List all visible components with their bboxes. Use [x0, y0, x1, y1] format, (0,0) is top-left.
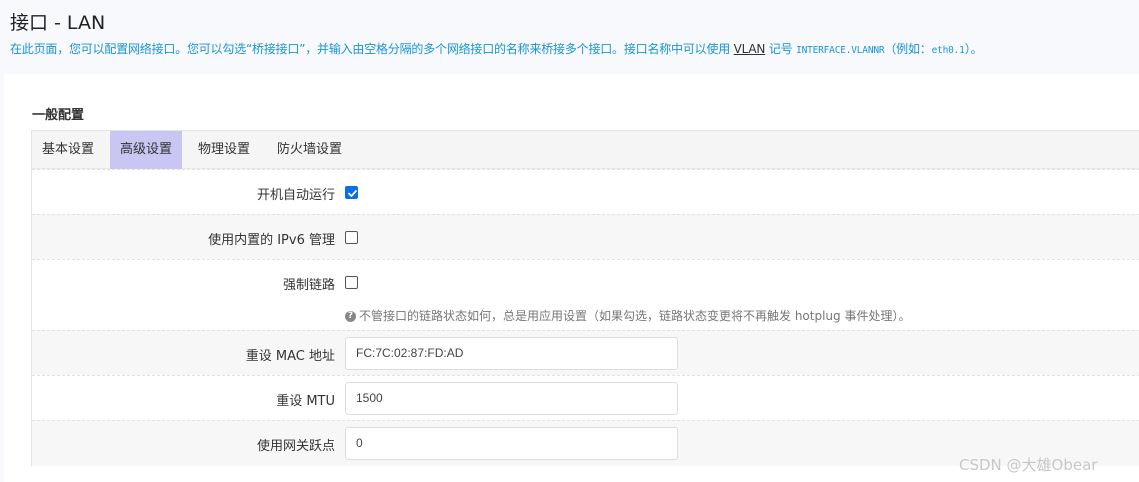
example-interface: eth0.1 — [931, 45, 965, 56]
force-link-checkbox[interactable] — [345, 276, 358, 289]
watermark: CSDN @大雄Obear — [959, 456, 1098, 474]
row-ipv6: 使用内置的 IPv6 管理 — [32, 214, 1139, 259]
page-header: 接口 - LAN 在此页面，您可以配置网络接口。您可以勾选“桥接接口”，并输入由… — [0, 0, 1139, 72]
row-force-link: 强制链路 ? 不管接口的链路状态如何，总是用应用设置（如果勾选，链路状态变更将不再… — [32, 259, 1139, 330]
mac-label: 重设 MAC 地址 — [245, 349, 335, 364]
mac-input[interactable]: FC:7C:02:87:FD:AD — [345, 337, 678, 370]
row-mtu: 重设 MTU 1500 — [32, 375, 1139, 420]
description-text-2: 记号 — [765, 42, 797, 56]
row-mac: 重设 MAC 地址 FC:7C:02:87:FD:AD — [32, 330, 1139, 375]
description-text-4: ）。 — [964, 42, 983, 56]
ipv6-label: 使用内置的 IPv6 管理 — [208, 233, 335, 248]
description-text: 在此页面，您可以配置网络接口。您可以勾选“桥接接口”，并输入由空格分隔的多个网络… — [10, 42, 734, 56]
metric-label: 使用网关跃点 — [256, 439, 335, 454]
force-link-label: 强制链路 — [282, 278, 335, 293]
checkmark-icon — [348, 190, 357, 197]
question-icon: ? — [345, 311, 356, 322]
tab-physical[interactable]: 物理设置 — [188, 131, 260, 169]
vlan-link[interactable]: VLAN — [734, 42, 766, 56]
description-text-3: （例如： — [884, 42, 932, 56]
ipv6-checkbox[interactable] — [345, 231, 358, 244]
force-link-hint-text: 不管接口的链路状态如何，总是用应用设置（如果勾选，链路状态变更将不再触发 hot… — [359, 309, 911, 323]
tab-basic[interactable]: 基本设置 — [32, 131, 104, 169]
interface-notation: INTERFACE.VLANNR — [796, 45, 885, 56]
mtu-label: 重设 MTU — [276, 394, 335, 409]
metric-input[interactable]: 0 — [345, 427, 678, 460]
page-description: 在此页面，您可以配置网络接口。您可以勾选“桥接接口”，并输入由空格分隔的多个网络… — [10, 40, 983, 57]
mtu-input[interactable]: 1500 — [345, 382, 678, 415]
tab-advanced[interactable]: 高级设置 — [110, 131, 183, 169]
autostart-label: 开机自动运行 — [256, 188, 335, 203]
page-title: 接口 - LAN — [10, 12, 106, 34]
tab-firewall[interactable]: 防火墙设置 — [267, 131, 352, 169]
row-autostart: 开机自动运行 — [32, 169, 1139, 214]
advanced-settings-form: 开机自动运行 使用内置的 IPv6 管理 强制链路 ? 不管接口的链路状态如何，总… — [31, 169, 1139, 466]
autostart-checkbox[interactable] — [345, 186, 358, 199]
tab-bar: 基本设置 高级设置 物理设置 防火墙设置 — [31, 130, 1139, 169]
section-title: 一般配置 — [32, 108, 85, 123]
force-link-hint: ? 不管接口的链路状态如何，总是用应用设置（如果勾选，链路状态变更将不再触发 ho… — [345, 307, 910, 324]
